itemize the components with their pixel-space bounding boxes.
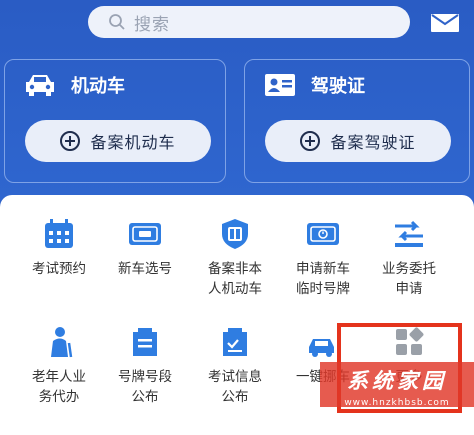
car-icon <box>26 75 54 96</box>
service-label: 号牌号段公布 <box>118 369 172 405</box>
license-card: 驾驶证 备案驾驶证 <box>244 59 470 183</box>
service-label: 新车选号 <box>118 261 172 277</box>
vehicle-card-title: 机动车 <box>71 76 125 97</box>
register-license-label: 备案驾驶证 <box>330 133 416 152</box>
search-icon <box>109 14 125 30</box>
service-label: 备案非本人机动车 <box>208 261 262 297</box>
plus-circle-icon <box>60 131 81 151</box>
new-plate-icon <box>129 223 161 245</box>
shield-icon <box>222 219 248 249</box>
service-register-nonowner[interactable]: 备案非本人机动车 <box>188 217 282 299</box>
temp-plate-icon <box>307 223 339 245</box>
clipboard-check-icon <box>223 328 247 356</box>
service-exam-info[interactable]: 考试信息公布 <box>188 325 282 407</box>
service-delegation[interactable]: 业务委托申请 <box>362 217 456 299</box>
delegation-icon <box>395 220 423 247</box>
service-label: 业务委托申请 <box>382 261 436 297</box>
service-exam-booking[interactable]: 考试预约 <box>12 217 106 279</box>
license-card-title: 驾驶证 <box>311 76 365 97</box>
mail-icon[interactable] <box>430 13 460 33</box>
service-label: 申请新车临时号牌 <box>296 261 350 297</box>
license-icon <box>265 74 295 96</box>
watermark-url: www.hnzkhbsb.com <box>344 398 450 407</box>
watermark: 系统家园 www.hnzkhbsb.com <box>320 362 474 407</box>
elderly-person-icon <box>51 327 73 358</box>
register-vehicle-label: 备案机动车 <box>90 133 176 152</box>
watermark-text: 系统家园 <box>347 369 447 393</box>
search-placeholder: 搜索 <box>134 14 170 35</box>
service-elderly-proxy[interactable]: 老年人业务代办 <box>12 325 106 407</box>
search-bar[interactable]: 搜索 <box>88 6 410 38</box>
vehicle-card: 机动车 备案机动车 <box>4 59 226 183</box>
plus-circle-icon <box>300 131 321 151</box>
service-label: 老年人业务代办 <box>32 369 86 405</box>
service-new-plate[interactable]: 新车选号 <box>98 217 192 279</box>
tag-icon <box>133 328 157 356</box>
register-license-button[interactable]: 备案驾驶证 <box>265 120 451 162</box>
service-temp-plate[interactable]: 申请新车临时号牌 <box>276 217 370 299</box>
tow-car-icon <box>309 339 334 357</box>
service-plate-range[interactable]: 号牌号段公布 <box>98 325 192 407</box>
service-label: 考试信息公布 <box>208 369 262 405</box>
register-vehicle-button[interactable]: 备案机动车 <box>25 120 211 162</box>
service-label: 考试预约 <box>32 261 86 277</box>
calendar-icon <box>45 219 73 248</box>
